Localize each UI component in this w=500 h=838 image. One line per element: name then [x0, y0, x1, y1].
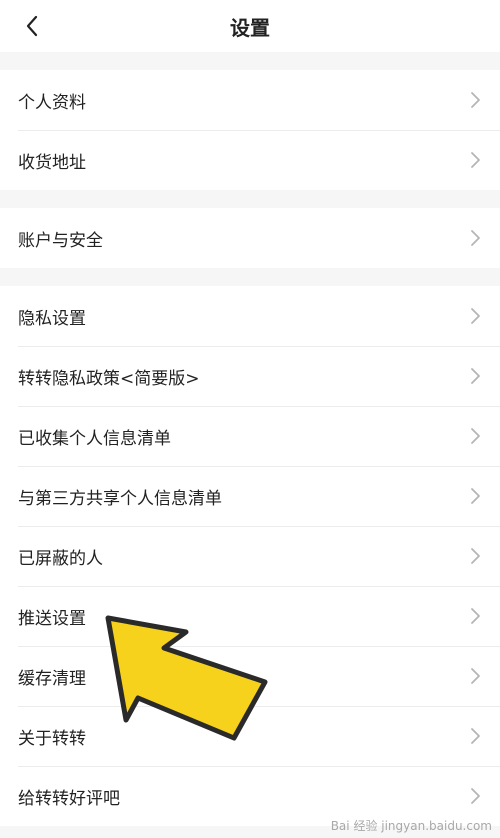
chevron-right-icon [471, 308, 480, 324]
settings-item-blocked-users[interactable]: 已屏蔽的人 [0, 526, 500, 586]
settings-item-label: 已屏蔽的人 [18, 548, 103, 569]
settings-item-privacy-policy[interactable]: 转转隐私政策<简要版> [0, 346, 500, 406]
settings-item-privacy[interactable]: 隐私设置 [0, 286, 500, 346]
settings-item-profile[interactable]: 个人资料 [0, 70, 500, 130]
settings-item-label: 个人资料 [18, 92, 86, 113]
chevron-right-icon [471, 548, 480, 564]
settings-item-label: 转转隐私政策<简要版> [18, 368, 200, 389]
chevron-left-icon [26, 15, 38, 37]
settings-item-label: 收货地址 [18, 152, 86, 173]
settings-group-general: 隐私设置 转转隐私政策<简要版> 已收集个人信息清单 与第三方共享个人信息清单 … [0, 286, 500, 826]
chevron-right-icon [471, 230, 480, 246]
settings-item-label: 已收集个人信息清单 [18, 428, 171, 449]
settings-item-label: 推送设置 [18, 608, 86, 629]
chevron-right-icon [471, 428, 480, 444]
page-title: 设置 [230, 15, 270, 40]
chevron-right-icon [471, 788, 480, 804]
chevron-right-icon [471, 152, 480, 168]
settings-item-account-security[interactable]: 账户与安全 [0, 208, 500, 268]
settings-group-profile: 个人资料 收货地址 [0, 70, 500, 190]
chevron-right-icon [471, 668, 480, 684]
settings-item-clear-cache[interactable]: 缓存清理 [0, 646, 500, 706]
settings-item-label: 账户与安全 [18, 230, 103, 251]
settings-item-label: 隐私设置 [18, 308, 86, 329]
top-bar: 设置 [0, 0, 500, 52]
settings-item-push-settings[interactable]: 推送设置 [0, 586, 500, 646]
settings-item-third-party-sharing[interactable]: 与第三方共享个人信息清单 [0, 466, 500, 526]
settings-item-about[interactable]: 关于转转 [0, 706, 500, 766]
watermark: Bai 经验 jingyan.baidu.com [330, 819, 492, 833]
chevron-right-icon [471, 488, 480, 504]
settings-item-label: 关于转转 [18, 728, 86, 749]
settings-item-label: 缓存清理 [18, 668, 86, 689]
chevron-right-icon [471, 368, 480, 384]
back-button[interactable] [18, 12, 46, 40]
chevron-right-icon [471, 608, 480, 624]
settings-item-collected-info[interactable]: 已收集个人信息清单 [0, 406, 500, 466]
chevron-right-icon [471, 728, 480, 744]
settings-item-address[interactable]: 收货地址 [0, 130, 500, 190]
chevron-right-icon [471, 92, 480, 108]
settings-group-account: 账户与安全 [0, 208, 500, 268]
settings-item-label: 与第三方共享个人信息清单 [18, 488, 222, 509]
settings-item-label: 给转转好评吧 [18, 788, 120, 809]
